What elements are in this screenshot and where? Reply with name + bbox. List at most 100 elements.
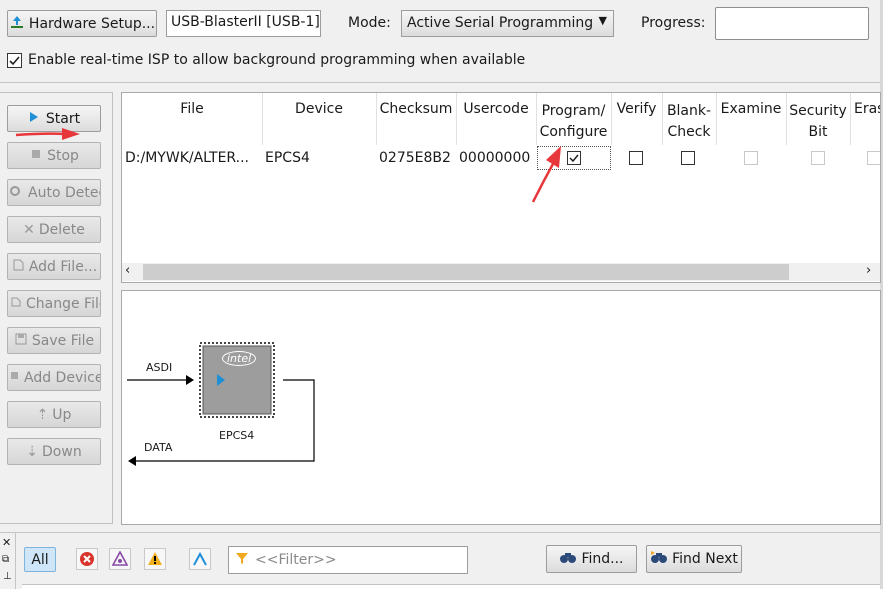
header-checksum[interactable]: Checksum	[376, 93, 456, 145]
hardware-icon	[9, 14, 25, 34]
top-divider	[0, 82, 880, 83]
find-label: Find...	[581, 551, 624, 567]
filter-input[interactable]: <<Filter>>	[228, 546, 468, 574]
examine-checkbox[interactable]	[744, 151, 758, 165]
header-file[interactable]: File	[122, 93, 262, 145]
find-button[interactable]: Find...	[546, 545, 637, 573]
message-side-divider	[15, 533, 16, 589]
add-device-button[interactable]: Add Device	[7, 364, 101, 391]
all-messages-button[interactable]: All	[24, 547, 56, 572]
chain-wiring	[127, 342, 315, 466]
progress-bar	[715, 7, 869, 40]
header-examine[interactable]: Examine	[716, 93, 786, 145]
hardware-value-text: USB-BlasterII [USB-1]	[171, 14, 320, 30]
scrollbar-thumb[interactable]	[143, 264, 789, 280]
dropdown-arrow-icon: ▼	[598, 14, 607, 27]
save-icon	[14, 332, 28, 350]
up-button[interactable]: ⇡ Up	[7, 401, 101, 428]
down-arrow-icon: ⇣	[26, 443, 39, 460]
start-label: Start	[45, 110, 81, 127]
data-label: DATA	[144, 441, 173, 454]
auto-detect-icon	[10, 184, 24, 202]
stop-button[interactable]: Stop	[7, 142, 101, 169]
checkmark-icon	[9, 56, 20, 66]
binoculars-icon	[559, 550, 577, 568]
header-erase[interactable]: Erase	[850, 93, 880, 145]
up-arrow-icon: ⇡	[36, 406, 49, 423]
close-icon[interactable]: ✕	[2, 536, 11, 549]
isp-checkbox[interactable]	[7, 53, 22, 68]
verify-checkbox[interactable]	[629, 151, 643, 165]
filter-icon	[235, 551, 249, 569]
delete-icon: ✕	[23, 221, 35, 238]
header-security-bit[interactable]: Security Bit	[786, 93, 850, 145]
mode-select-value: Active Serial Programming	[407, 15, 594, 31]
security-bit-checkbox[interactable]	[811, 151, 825, 165]
asdi-label: ASDI	[146, 361, 173, 374]
delete-button[interactable]: ✕ Delete	[7, 216, 101, 243]
save-file-button[interactable]: Save File	[7, 327, 101, 354]
program-configure-checkbox[interactable]	[567, 151, 581, 165]
header-device[interactable]: Device	[262, 93, 376, 145]
row-checksum: 0275E8B2	[379, 150, 451, 166]
header-file-text: File	[180, 101, 204, 117]
header-verify-text: Verify	[616, 101, 657, 117]
header-blank-check[interactable]: Blank- Check	[662, 93, 716, 145]
stop-icon	[29, 147, 43, 165]
add-device-icon	[10, 369, 20, 387]
error-filter-icon[interactable]	[76, 548, 98, 570]
pin-icon[interactable]: ⊥	[3, 571, 12, 582]
critical-warning-filter-icon[interactable]	[109, 548, 131, 570]
header-verify[interactable]: Verify	[611, 93, 662, 145]
chip-brand-logo: intel	[222, 351, 257, 366]
stop-label: Stop	[47, 147, 79, 164]
header-configure-text: Configure	[539, 124, 608, 140]
find-next-icon	[650, 550, 668, 568]
header-blank-text: Blank-	[666, 103, 712, 119]
header-usercode[interactable]: Usercode	[456, 93, 536, 145]
hardware-setup-button[interactable]: Hardware Setup...	[7, 10, 157, 37]
change-file-button[interactable]: Change File	[7, 290, 101, 317]
annotation-arrow-start	[15, 128, 80, 140]
find-next-label: Find Next	[672, 551, 738, 567]
down-button[interactable]: ⇣ Down	[7, 438, 101, 465]
add-file-label: Add File...	[28, 258, 98, 275]
hardware-value: USB-BlasterII [USB-1]	[166, 10, 321, 37]
add-file-icon	[11, 258, 25, 276]
header-erase-text: Erase	[854, 101, 880, 117]
float-icon[interactable]: ⧉	[2, 554, 9, 565]
header-bit-text: Bit	[808, 124, 828, 140]
chain-diagram: intel ASDI DATA EPCS4	[121, 290, 881, 525]
row-file[interactable]: D:/MYWK/ALTER...	[125, 150, 249, 166]
device-label: EPCS4	[219, 429, 255, 442]
blank-check-checkbox[interactable]	[681, 151, 695, 165]
delete-label: Delete	[38, 221, 85, 238]
isp-label: Enable real-time ISP to allow background…	[28, 52, 526, 68]
header-program-configure[interactable]: Program/ Configure	[536, 93, 611, 145]
mode-select[interactable]: Active Serial Programming ▼	[401, 10, 614, 37]
header-checksum-text: Checksum	[379, 101, 453, 117]
change-file-label: Change File	[26, 295, 101, 312]
add-file-button[interactable]: Add File...	[7, 253, 101, 280]
row-device[interactable]: EPCS4	[265, 150, 310, 166]
auto-detect-button[interactable]: Auto Detect	[7, 179, 101, 206]
all-label: All	[31, 551, 49, 568]
progress-label: Progress:	[641, 15, 706, 31]
change-file-icon	[10, 296, 22, 312]
up-label: Up	[52, 406, 72, 423]
device-table: File Device Checksum Usercode Program/ C…	[121, 92, 881, 283]
scroll-left-icon[interactable]: ‹	[125, 263, 130, 278]
down-label: Down	[42, 443, 82, 460]
header-device-text: Device	[295, 101, 343, 117]
suppress-filter-icon[interactable]	[189, 548, 211, 570]
checkmark-icon	[569, 154, 579, 163]
save-file-label: Save File	[31, 332, 95, 349]
find-next-button[interactable]: Find Next	[646, 545, 742, 573]
scroll-right-icon[interactable]: ›	[866, 263, 871, 278]
bottom-divider	[0, 532, 880, 533]
mode-label: Mode:	[348, 15, 391, 31]
horizontal-scrollbar[interactable]: ‹ ›	[122, 263, 880, 281]
warning-filter-icon[interactable]	[144, 548, 166, 570]
auto-detect-label: Auto Detect	[28, 184, 100, 201]
erase-checkbox[interactable]	[867, 151, 880, 165]
